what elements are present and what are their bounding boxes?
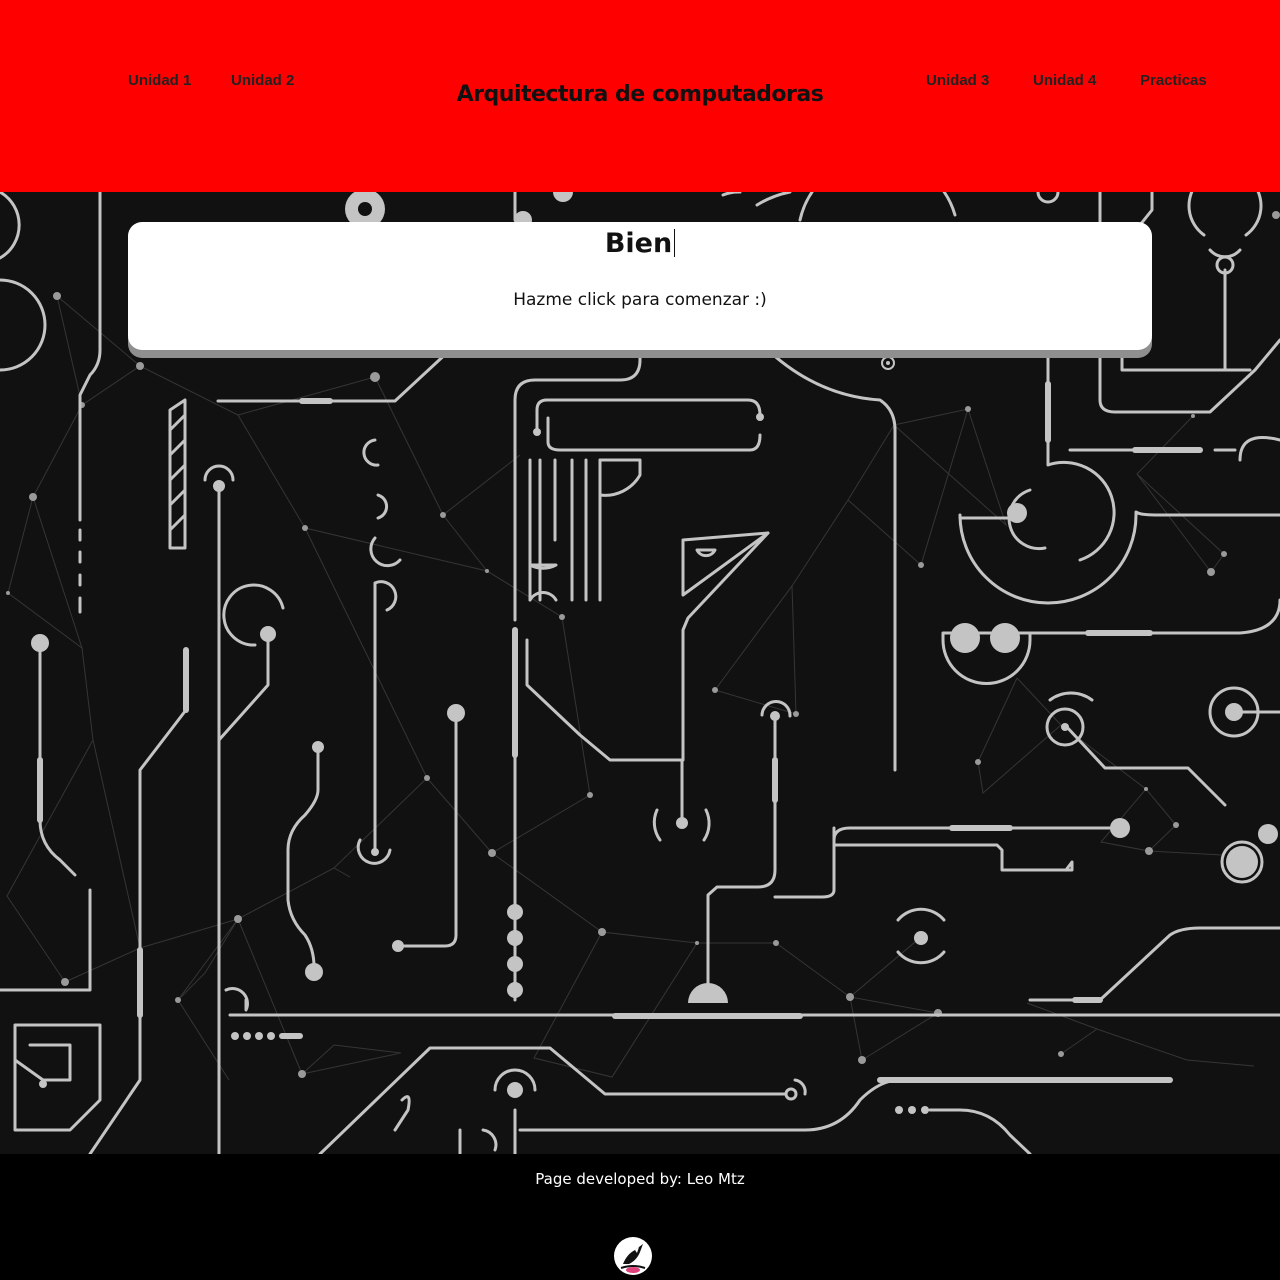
network-mesh (6, 295, 1255, 1081)
start-card[interactable]: Bien Hazme click para comenzar :) (128, 222, 1152, 350)
card-title: Bien (128, 228, 1152, 259)
magpie-bird-logo-icon (614, 1237, 652, 1275)
typing-caret (674, 229, 676, 257)
developer-credit: Page developed by: Leo Mtz (535, 1170, 745, 1188)
site-footer: Page developed by: Leo Mtz (0, 1154, 1280, 1280)
nav-unidad-3[interactable]: Unidad 3 (926, 72, 989, 89)
start-prompt: Hazme click para comenzar :) (513, 290, 767, 310)
nav-unidad-4[interactable]: Unidad 4 (1033, 72, 1096, 89)
nav-practicas[interactable]: Practicas (1140, 72, 1207, 89)
card-title-text: Bien (604, 228, 673, 259)
site-header: Unidad 1 Unidad 2 Arquitectura de comput… (0, 0, 1280, 192)
